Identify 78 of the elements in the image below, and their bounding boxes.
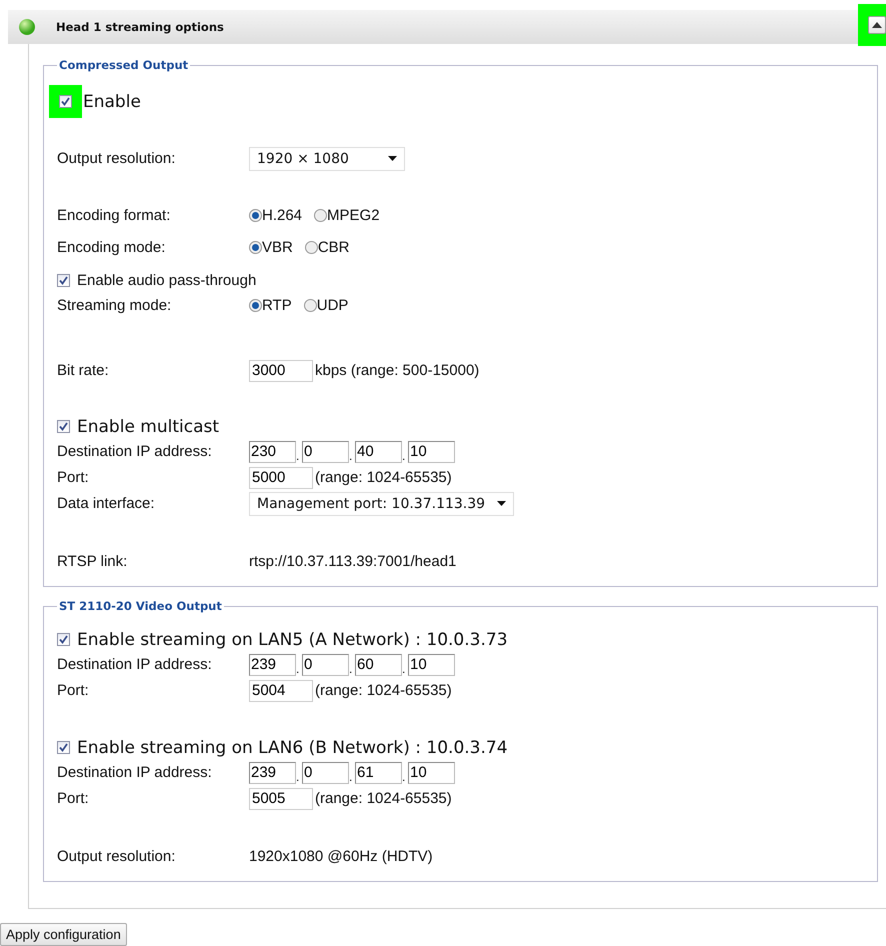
field-label: Port: <box>57 790 90 807</box>
ip-octet-field[interactable]: 0 <box>302 654 349 676</box>
field-label: Destination IP address: <box>57 764 213 781</box>
field-value: rtsp://10.37.113.39:7001/head1 <box>249 553 456 570</box>
radio-label: VBR <box>262 239 293 256</box>
range-note: (range: 1024-65535) <box>315 790 452 807</box>
radio-button[interactable] <box>304 299 317 312</box>
dropdown[interactable]: Management port: 10.37.113.39 <box>249 492 514 516</box>
caret-icon <box>388 156 397 161</box>
checkbox[interactable] <box>57 420 70 433</box>
ip-octet-field[interactable]: 239 <box>249 762 296 784</box>
dropdown[interactable]: 1920 × 1080 <box>249 146 405 170</box>
ip-octet-field[interactable]: 60 <box>355 654 402 676</box>
checkbox-label: Enable <box>83 92 141 112</box>
ip-octet-field[interactable]: 61 <box>355 762 402 784</box>
ip-separator: . <box>402 770 406 784</box>
checkbox-label: Enable multicast <box>77 416 220 436</box>
ip-octet-field[interactable]: 230 <box>249 440 296 462</box>
radio-button[interactable] <box>314 209 328 222</box>
field-value: 1920x1080 @60Hz (HDTV) <box>249 848 433 865</box>
checkbox[interactable] <box>57 633 70 646</box>
field-label: Encoding format: <box>57 207 172 224</box>
field-label: Streaming mode: <box>57 297 172 314</box>
number-field[interactable]: 5000 <box>249 466 313 488</box>
ip-octet-field[interactable]: 10 <box>408 440 455 462</box>
field-label: Port: <box>57 469 90 486</box>
ip-separator: . <box>349 770 354 784</box>
radio-button[interactable] <box>249 299 262 312</box>
number-field[interactable]: 5005 <box>249 788 313 810</box>
ip-separator: . <box>296 770 300 784</box>
field-label: Destination IP address: <box>57 443 213 460</box>
ip-separator: . <box>349 662 354 676</box>
group-legend: Compressed Output <box>57 58 190 72</box>
field-label: Bit rate: <box>57 362 110 379</box>
field-label: Data interface: <box>57 495 156 512</box>
radio-label: RTP <box>262 297 292 314</box>
radio-button[interactable] <box>249 241 262 254</box>
ip-separator: . <box>296 448 300 462</box>
range-note: kbps (range: 500-15000) <box>315 362 480 379</box>
checkbox[interactable] <box>57 274 70 287</box>
caret-icon <box>872 22 882 28</box>
ip-separator: . <box>349 448 354 462</box>
ip-octet-field[interactable]: 239 <box>249 654 296 676</box>
radio-label: MPEG2 <box>327 207 380 224</box>
radio-label: UDP <box>316 297 348 314</box>
checkbox-label: Enable streaming on LAN6 (B Network) : 10.0.3.74 <box>77 738 508 758</box>
ip-octet-field[interactable]: 10 <box>408 762 455 784</box>
status-icon <box>19 19 35 35</box>
field-label: Port: <box>57 682 90 699</box>
group-legend: ST 2110-20 Video Output <box>57 599 224 613</box>
field-label: Encoding mode: <box>57 239 166 256</box>
ip-octet-field[interactable]: 0 <box>302 762 349 784</box>
number-field[interactable]: 3000 <box>249 360 313 382</box>
field-label: Destination IP address: <box>57 656 213 673</box>
ip-separator: . <box>402 662 406 676</box>
ip-octet-field[interactable]: 40 <box>355 440 402 462</box>
field-label: Output resolution: <box>57 150 176 167</box>
ip-separator: . <box>402 448 406 462</box>
ip-octet-field[interactable]: 0 <box>302 440 349 462</box>
ip-separator: . <box>296 662 300 676</box>
range-note: (range: 1024-65535) <box>315 469 452 486</box>
radio-label: CBR <box>318 239 350 256</box>
checkbox[interactable] <box>59 95 72 108</box>
ip-octet-field[interactable]: 10 <box>408 654 455 676</box>
range-note: (range: 1024-65535) <box>315 682 452 699</box>
caret-icon <box>497 501 506 506</box>
checkbox-label: Enable audio pass-through <box>77 272 256 289</box>
collapse-button[interactable] <box>868 16 886 34</box>
apply-configuration-button[interactable]: Apply configuration <box>0 923 127 946</box>
checkbox[interactable] <box>57 741 70 754</box>
section-title: Head 1 streaming options <box>56 20 224 34</box>
field-label: RTSP link: <box>57 553 128 570</box>
radio-button[interactable] <box>249 209 262 222</box>
radio-button[interactable] <box>304 241 318 254</box>
checkbox-label: Enable streaming on LAN5 (A Network) : 10.0.3.73 <box>77 630 508 650</box>
field-label: Output resolution: <box>57 848 176 865</box>
radio-label: H.264 <box>262 207 302 224</box>
number-field[interactable]: 5004 <box>249 680 313 702</box>
